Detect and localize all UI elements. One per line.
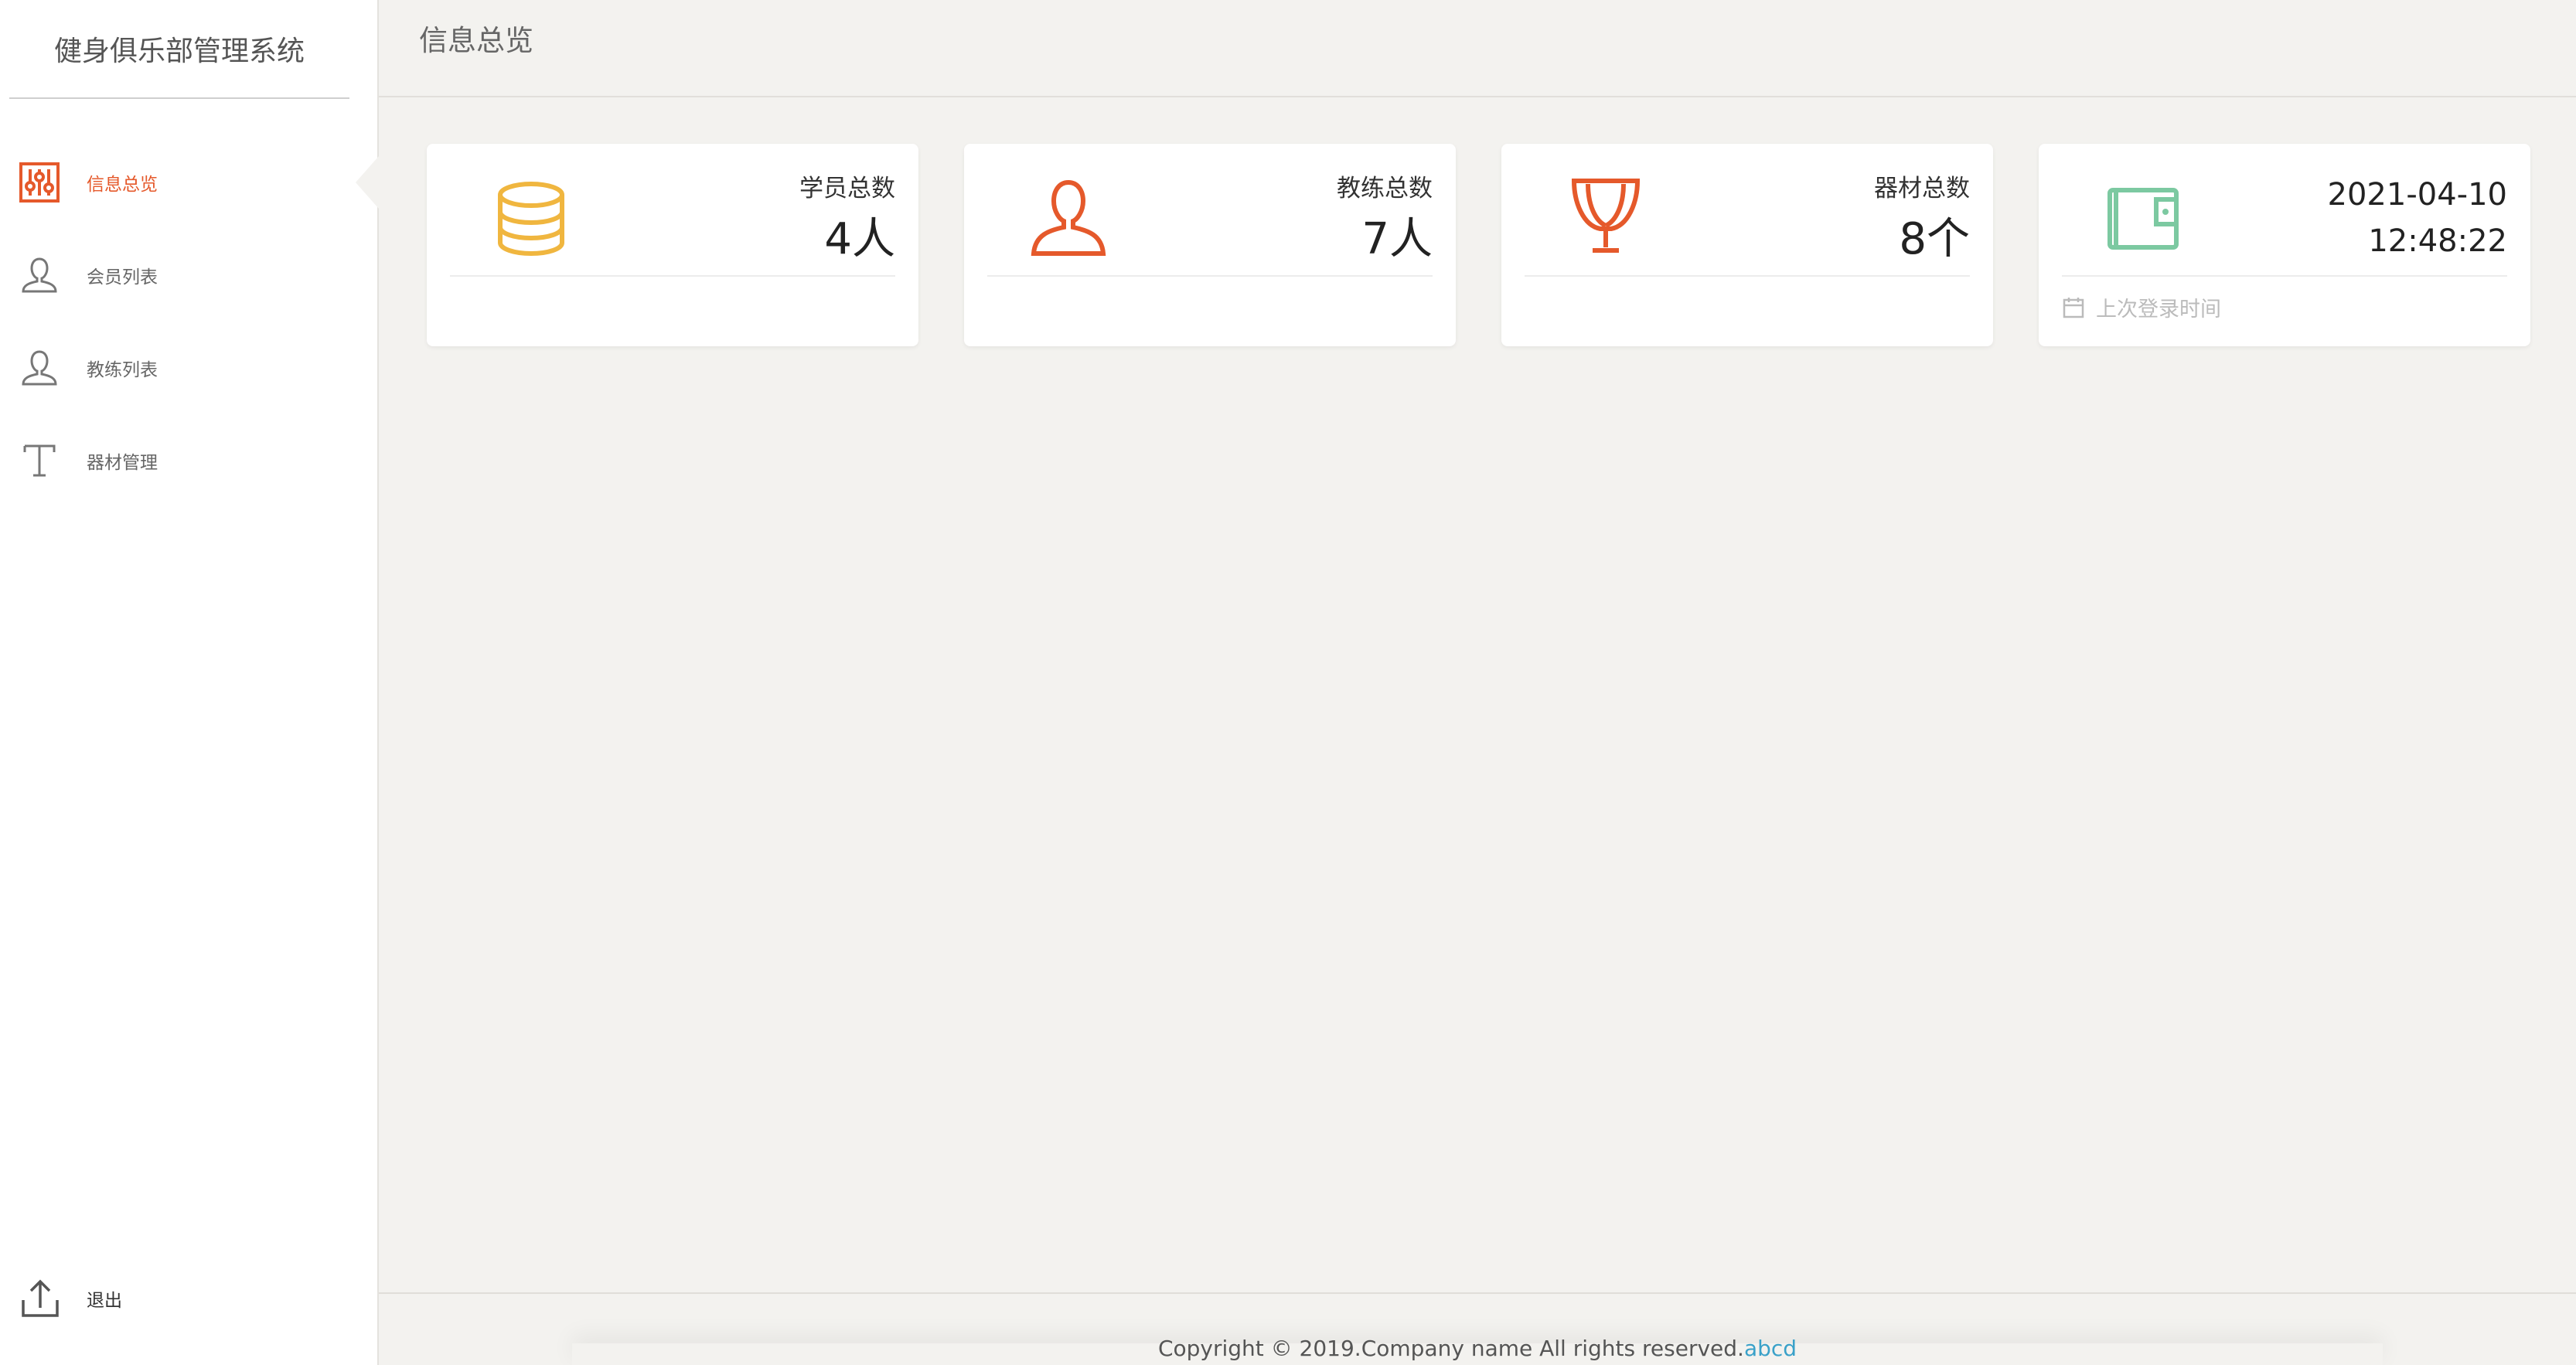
last-login-time: 12:48:22	[2368, 223, 2507, 259]
divider	[1525, 275, 1970, 277]
last-login-label: 上次登录时间	[2096, 298, 2221, 322]
sidebar-item-members[interactable]: 会员列表	[0, 229, 377, 322]
sidebar-item-label: 信息总览	[87, 175, 158, 195]
logout-button[interactable]: 退出	[0, 1252, 377, 1345]
stat-card-members: 学员总数 4人	[427, 144, 918, 346]
last-login-note: 上次登录时间	[2062, 292, 2221, 322]
sidebar: 健身俱乐部管理系统 信息总览 会员列表 教练列表 器材管理 退出	[0, 0, 379, 1365]
page-title: 信息总览	[419, 24, 533, 57]
sidebar-item-overview[interactable]: 信息总览	[0, 136, 379, 229]
user-icon	[19, 254, 60, 296]
last-login-date: 2021-04-10	[2327, 177, 2507, 213]
wallet-icon	[2101, 176, 2186, 261]
trophy-icon	[1563, 176, 1648, 261]
divider	[2062, 275, 2507, 277]
header: 信息总览	[379, 0, 2576, 97]
upload-icon	[19, 1277, 62, 1320]
app-title: 健身俱乐部管理系统	[9, 0, 349, 99]
divider	[987, 275, 1433, 277]
stat-card-coaches: 教练总数 7人	[964, 144, 1456, 346]
stat-value: 7人	[1361, 214, 1433, 264]
copyright-text: Copyright © 2019.Company name All rights…	[1157, 1336, 1744, 1361]
calendar-icon	[2062, 296, 2085, 319]
sidebar-item-equipment[interactable]: 器材管理	[0, 414, 377, 507]
divider	[450, 275, 895, 277]
sidebar-item-label: 器材管理	[87, 453, 158, 473]
sidebar-item-label: 教练列表	[87, 360, 158, 380]
sidebar-item-label: 会员列表	[87, 267, 158, 288]
footer-link[interactable]: abcd	[1744, 1336, 1797, 1361]
text-t-icon	[19, 440, 60, 482]
active-caret	[356, 156, 379, 209]
stat-title: 学员总数	[799, 175, 895, 203]
page: 健身俱乐部管理系统 信息总览 会员列表 教练列表 器材管理 退出 信息总览 学员…	[0, 0, 2576, 1365]
database-icon	[489, 176, 574, 261]
last-login-datetime: 2021-04-10 12:48:22	[2328, 172, 2507, 264]
user-icon	[19, 347, 60, 389]
last-login-card: 2021-04-10 12:48:22 上次登录时间	[2039, 144, 2530, 346]
stat-value: 8个	[1899, 214, 1970, 264]
stat-value: 4人	[824, 214, 895, 264]
user-icon	[1026, 176, 1111, 261]
stat-card-equipment: 器材总数 8个	[1501, 144, 1993, 346]
stat-title: 器材总数	[1874, 175, 1970, 203]
copyright: Copyright © 2019.Company name All rights…	[379, 1336, 2576, 1361]
stat-title: 教练总数	[1337, 175, 1433, 203]
sidebar-item-coaches[interactable]: 教练列表	[0, 322, 377, 414]
footer: Copyright © 2019.Company name All rights…	[379, 1292, 2576, 1365]
sliders-icon	[19, 162, 60, 203]
logout-label: 退出	[87, 1291, 122, 1311]
